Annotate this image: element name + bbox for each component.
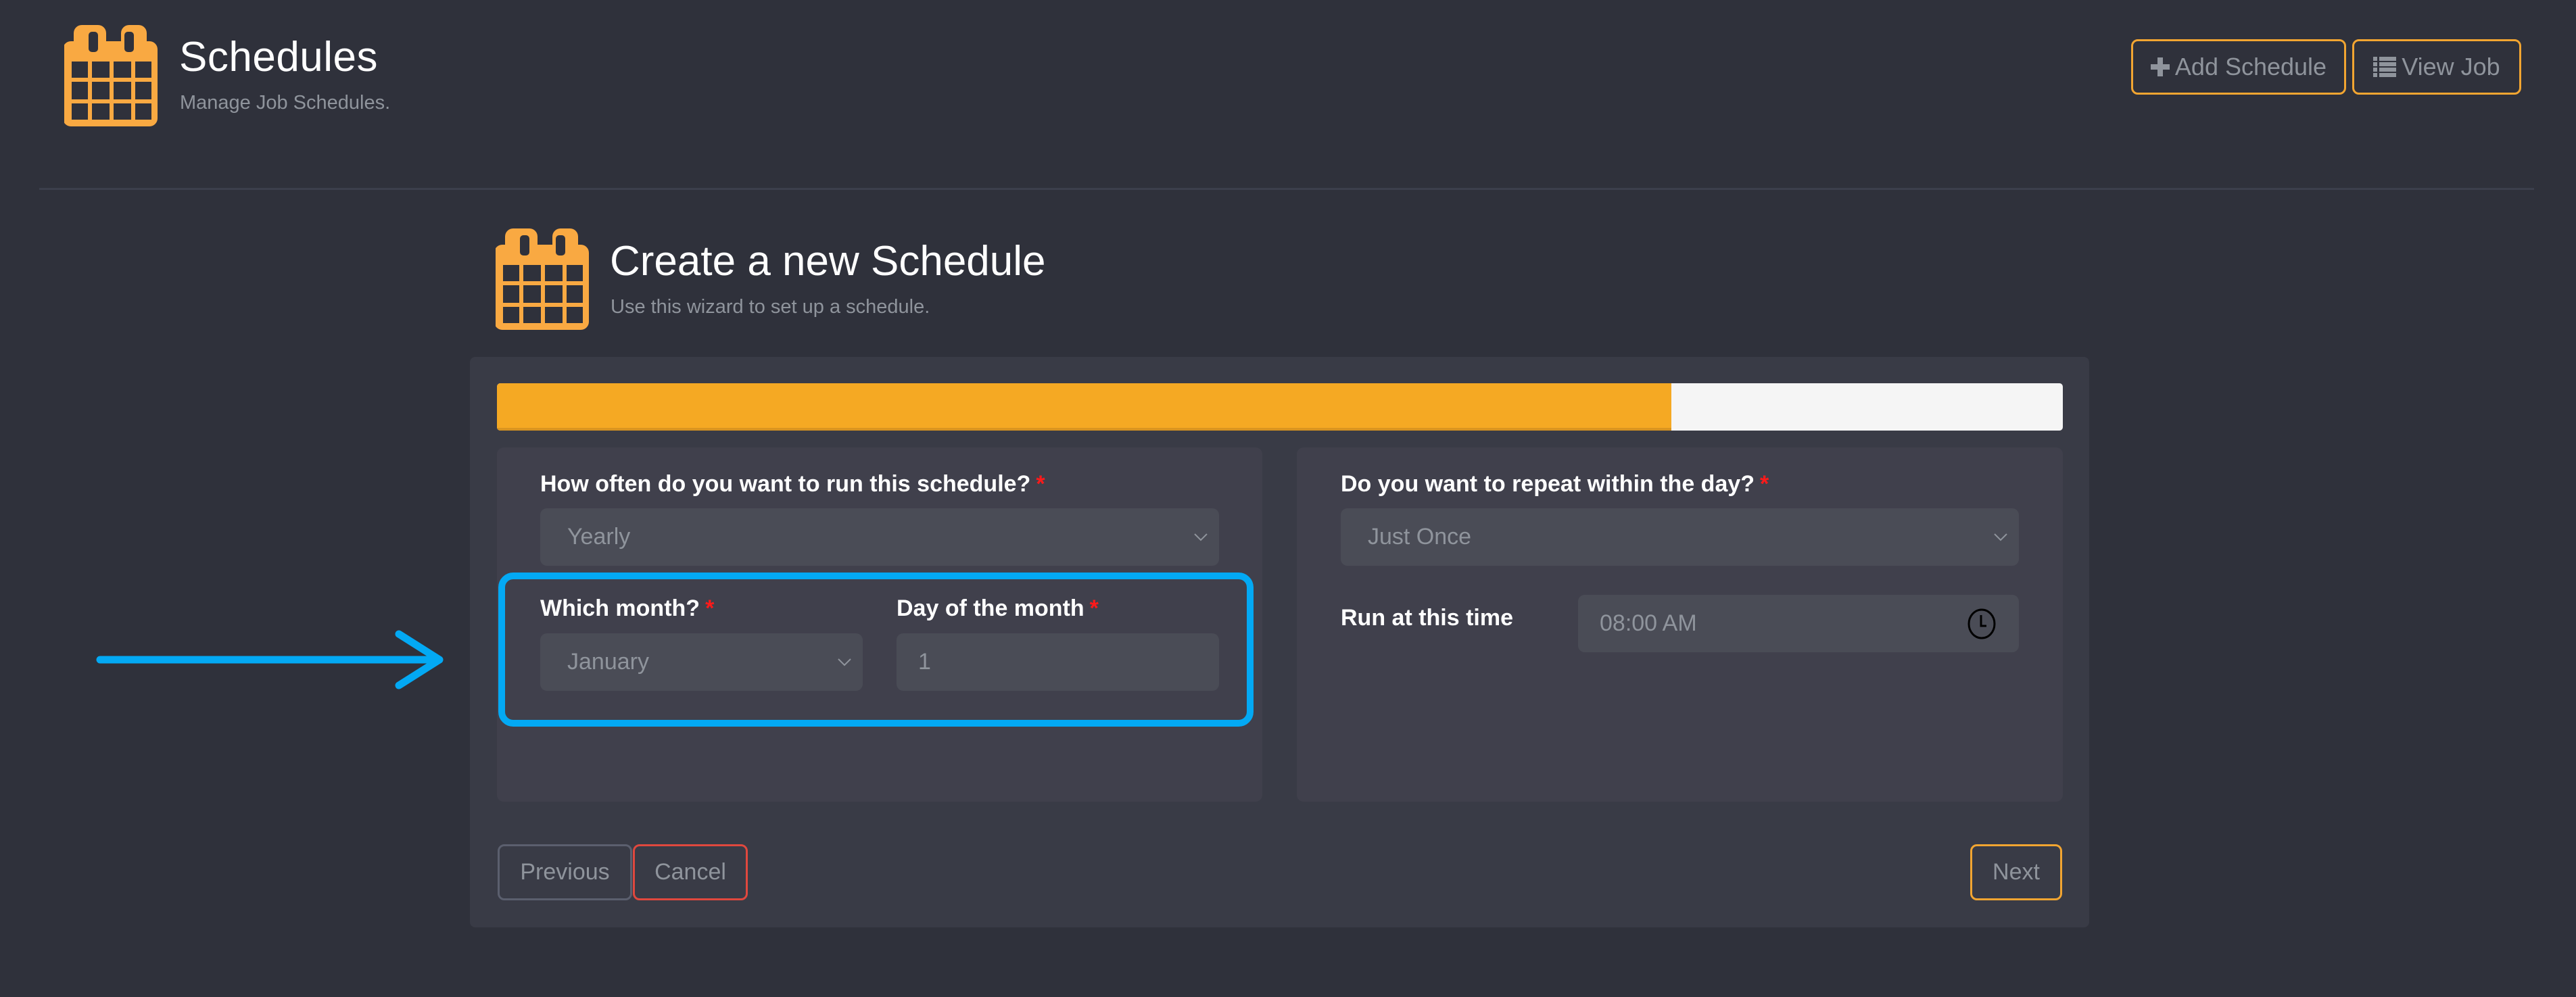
calendar-icon [64,25,158,126]
arrow-right-icon [96,630,444,689]
repeat-value: Just Once [1368,524,1472,550]
view-job-label: View Job [2402,53,2500,80]
month-label: Which month? * [540,595,715,621]
run-time-label: Run at this time [1341,605,1514,631]
day-of-month-input[interactable]: 1 [897,633,1219,691]
repeat-select[interactable]: Just Once [1341,508,2019,566]
wizard-subtitle: Use this wizard to set up a schedule. [611,296,930,318]
chevron-down-icon [838,658,851,666]
header-divider [39,188,2534,190]
progress-fill [497,383,1671,431]
wizard-progress-bar [497,383,2063,431]
required-mark: * [1036,471,1045,497]
required-mark: * [705,595,715,621]
month-value: January [567,649,649,675]
day-label: Day of the month * [897,595,1099,621]
run-time-input[interactable]: 08:00 AM [1578,595,2019,652]
chevron-down-icon [1194,533,1208,541]
page-subtitle: Manage Job Schedules. [180,92,391,114]
required-mark: * [1760,471,1769,497]
month-select[interactable]: January [540,633,863,691]
list-icon [2373,57,2397,77]
calendar-icon [496,228,589,330]
day-value: 1 [918,649,931,675]
run-time-value: 08:00 AM [1600,610,1697,636]
plus-icon [2150,57,2170,76]
cancel-button[interactable]: Cancel [633,844,748,900]
add-schedule-button[interactable]: Add Schedule [2131,39,2346,95]
clock-icon[interactable] [1967,608,1996,639]
add-schedule-label: Add Schedule [2174,53,2327,80]
frequency-label: How often do you want to run this schedu… [540,471,1045,497]
wizard-title: Create a new Schedule [610,238,1046,285]
frequency-select[interactable]: Yearly [540,508,1219,566]
page-title: Schedules [179,34,379,80]
frequency-value: Yearly [567,524,631,550]
previous-button[interactable]: Previous [498,844,632,900]
chevron-down-icon [1994,533,2007,541]
repeat-label: Do you want to repeat within the day? * [1341,471,1769,497]
view-job-button[interactable]: View Job [2352,39,2521,95]
required-mark: * [1089,595,1099,621]
next-button[interactable]: Next [1970,844,2062,900]
